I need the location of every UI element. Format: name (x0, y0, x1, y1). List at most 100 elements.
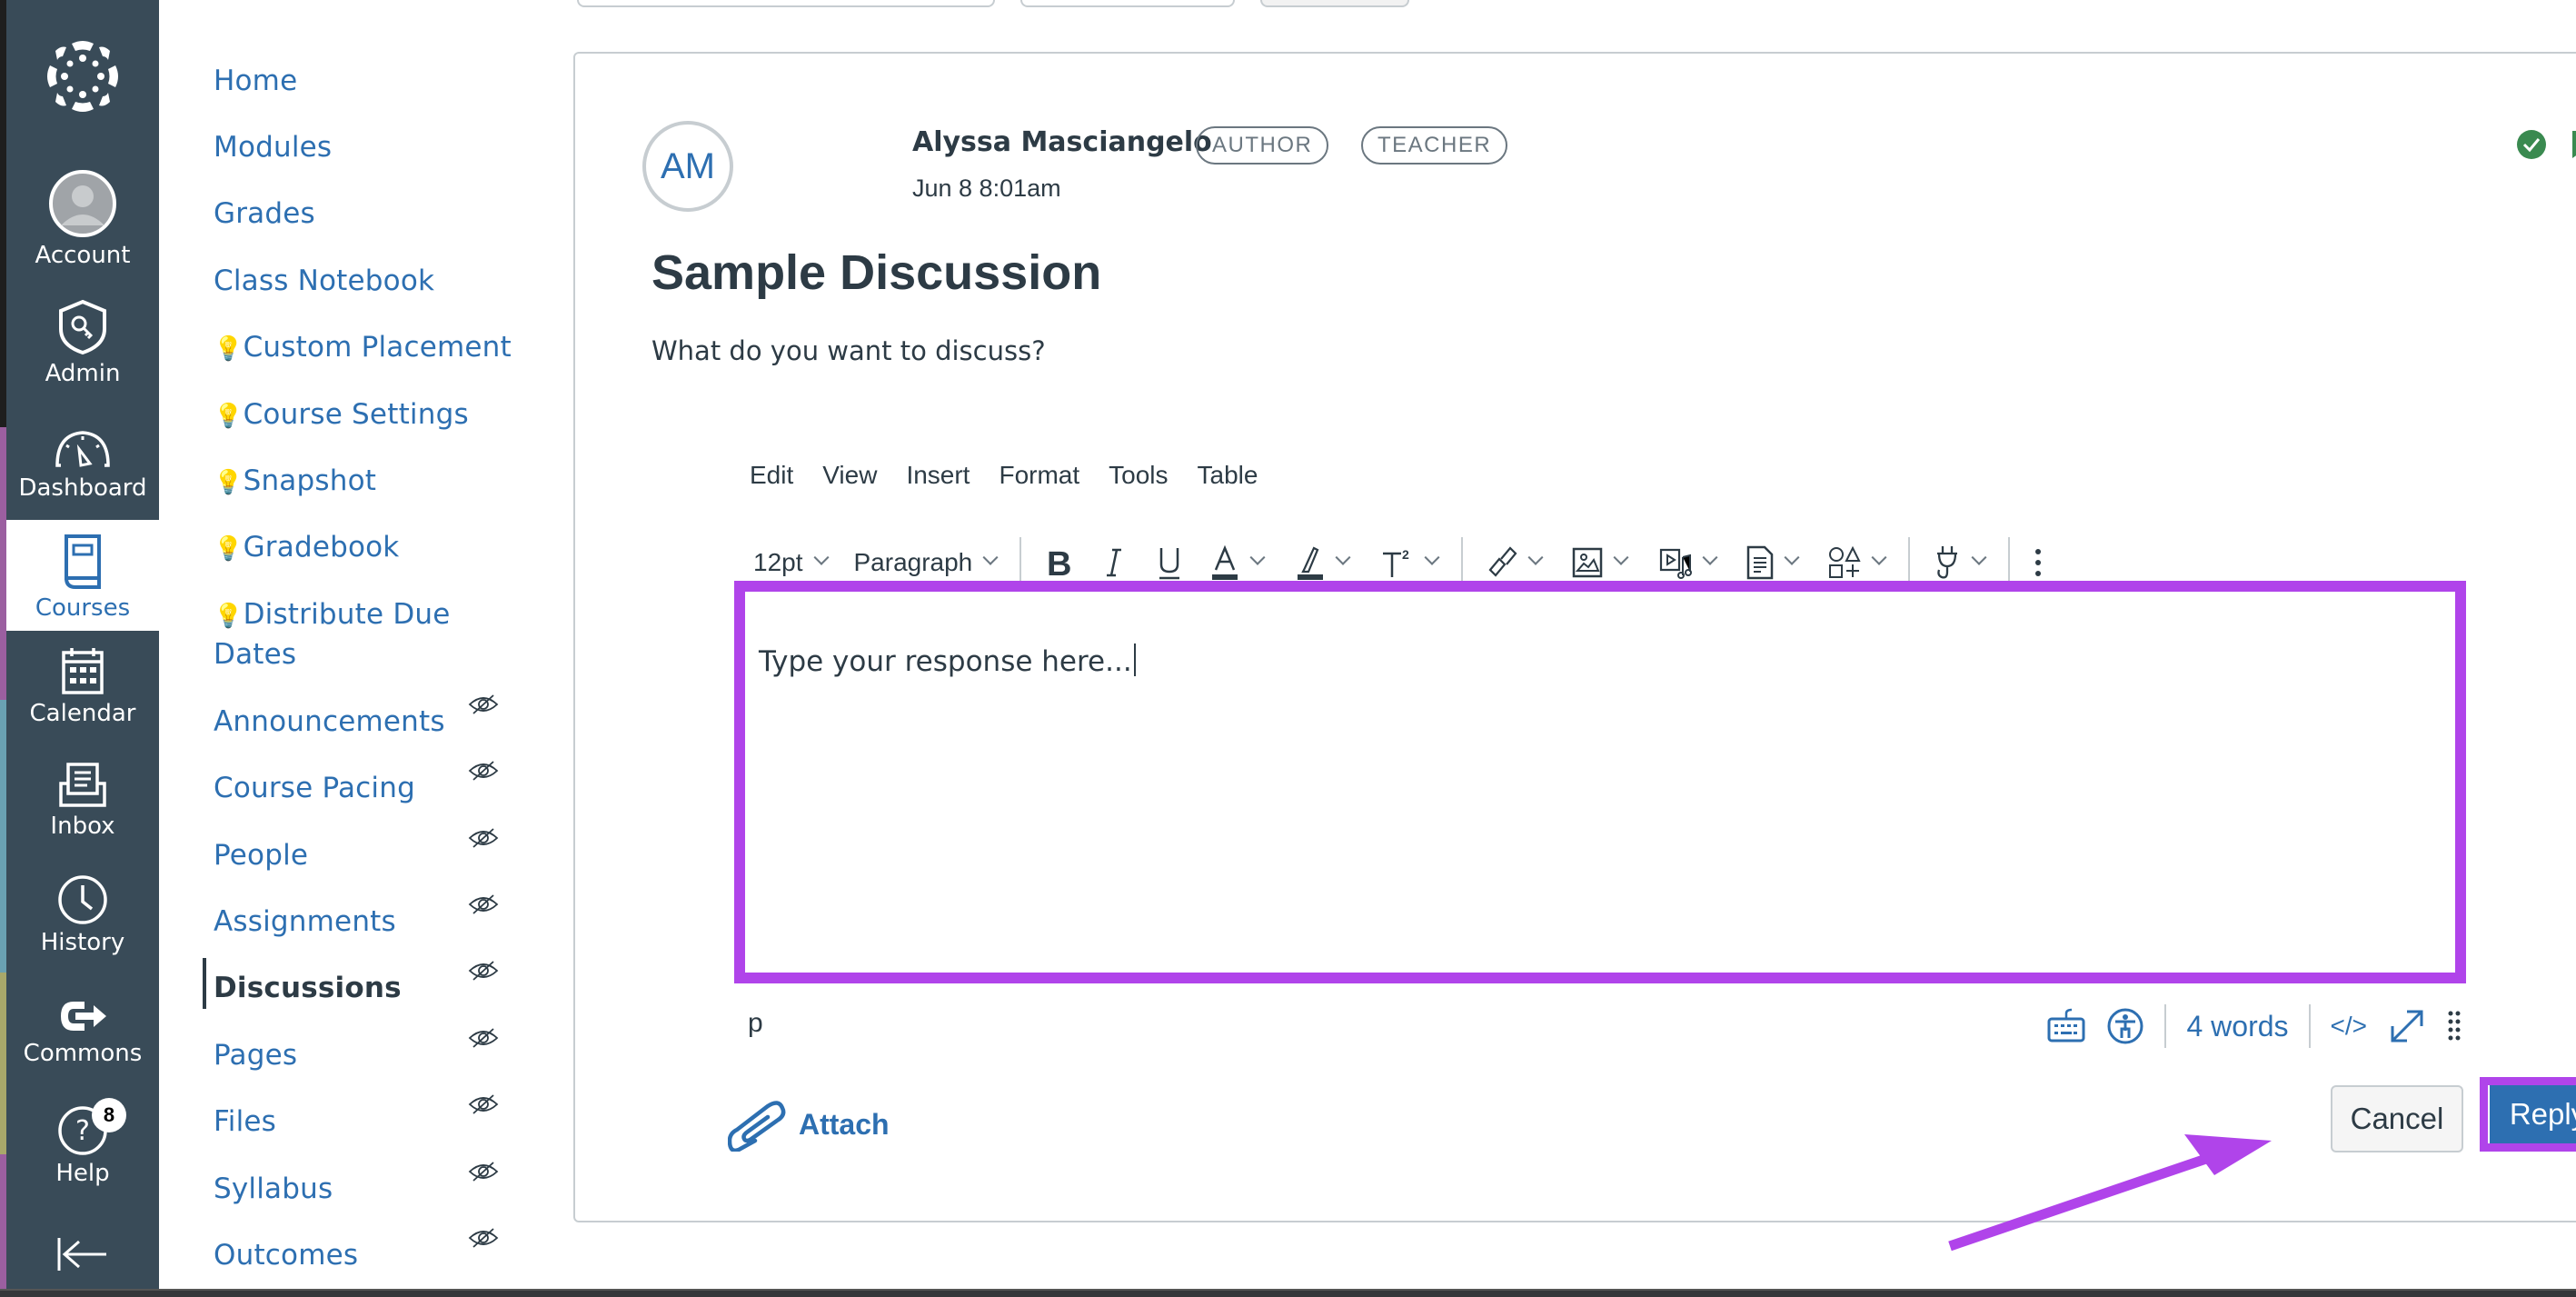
underline-icon (1159, 548, 1180, 580)
top-tab[interactable] (1260, 0, 1409, 7)
nav-courses[interactable]: Courses (6, 520, 159, 631)
desktop-edge (0, 0, 6, 1297)
bookmark-icon[interactable] (2571, 129, 2576, 160)
html-editor-toggle[interactable]: </> (2331, 1012, 2367, 1041)
nav-help[interactable]: ? 8 Help (6, 1098, 159, 1187)
course-nav-label: Gradebook (243, 531, 400, 564)
font-size-dropdown[interactable]: 12pt (748, 535, 832, 590)
block-format-value: Paragraph (853, 548, 973, 576)
author-badge: AUTHOR (1196, 126, 1329, 165)
course-nav-outcomes[interactable]: Outcomes (214, 1236, 358, 1274)
bold-button[interactable]: B (1039, 535, 1078, 590)
course-nav-syllabus[interactable]: Syllabus (214, 1170, 333, 1208)
course-nav-class-notebook[interactable]: Class Notebook (214, 262, 434, 300)
italic-icon (1107, 548, 1122, 577)
course-nav-label: Modules (214, 131, 333, 164)
fullscreen-expand-icon[interactable] (2387, 1006, 2427, 1046)
course-nav-course-pacing[interactable]: Course Pacing (214, 769, 415, 807)
italic-button[interactable] (1098, 535, 1130, 590)
nav-account[interactable]: Account (6, 169, 159, 269)
author-avatar[interactable]: AM (642, 121, 733, 212)
chevron-down-icon (1424, 549, 1440, 565)
global-navigation: Account Admin Dashboard Courses Calendar… (6, 0, 159, 1289)
course-nav-discussions[interactable]: Discussions (214, 969, 402, 1007)
underline-button[interactable] (1150, 535, 1189, 590)
link-icon (1488, 546, 1517, 577)
nav-admin[interactable]: Admin (6, 298, 159, 387)
top-tab[interactable] (1020, 0, 1235, 7)
hidden-eye-slash-icon (468, 694, 499, 714)
account-avatar-icon (49, 170, 116, 237)
attach-button[interactable]: Attach (728, 1097, 890, 1152)
course-nav-label: People (214, 839, 309, 872)
course-nav-modules[interactable]: Modules (214, 128, 332, 166)
chevron-down-icon (1784, 549, 1800, 565)
highlight-color-button[interactable] (1290, 535, 1354, 590)
document-button[interactable] (1741, 535, 1803, 590)
course-nav-label: Syllabus (214, 1172, 333, 1205)
resize-handle-icon[interactable] (2447, 1010, 2462, 1043)
response-editor[interactable]: Type your response here... (739, 585, 2462, 978)
course-nav-home[interactable]: Home (214, 62, 297, 100)
nav-calendar[interactable]: Calendar (6, 645, 159, 727)
course-nav-assignments[interactable]: Assignments (214, 903, 396, 941)
chevron-down-icon (1249, 549, 1266, 565)
course-nav-label: Assignments (214, 905, 396, 938)
media-icon (1660, 548, 1693, 579)
shapes-apps-icon (1829, 546, 1861, 578)
keyboard-shortcuts-icon[interactable] (2046, 1008, 2086, 1044)
menu-table[interactable]: Table (1198, 461, 1258, 490)
apps-button[interactable] (1823, 535, 1890, 590)
block-format-dropdown[interactable]: Paragraph (849, 535, 1002, 590)
nav-commons[interactable]: Commons (6, 996, 159, 1067)
toolbar-divider (1019, 537, 1022, 588)
course-nav-grades[interactable]: Grades (214, 195, 315, 233)
toolbar-divider (1461, 537, 1464, 588)
menu-tools[interactable]: Tools (1109, 461, 1168, 490)
element-path[interactable]: p (748, 1008, 763, 1039)
text-color-button[interactable] (1205, 535, 1268, 590)
author-name[interactable]: Alyssa Masciangelo (912, 126, 1212, 158)
course-nav-label: Snapshot (243, 464, 377, 497)
nav-label: Calendar (29, 700, 136, 727)
menu-format[interactable]: Format (999, 461, 1079, 490)
menu-edit[interactable]: Edit (750, 461, 793, 490)
accessibility-checker-icon[interactable] (2106, 1007, 2144, 1045)
menu-insert[interactable]: Insert (906, 461, 970, 490)
nav-inbox[interactable]: Inbox (6, 762, 159, 840)
image-button[interactable] (1566, 535, 1632, 590)
page-content: Home Modules Grades Class Notebook 💡Custom P… (159, 0, 2576, 1289)
svg-text:?: ? (75, 1115, 90, 1147)
canvas-logo[interactable] (6, 36, 159, 120)
course-nav-snapshot[interactable]: 💡Snapshot (214, 462, 376, 502)
link-button[interactable] (1481, 535, 1547, 590)
course-nav-announcements[interactable]: Announcements (214, 703, 445, 741)
bold-icon: B (1047, 546, 1071, 579)
more-tools-button[interactable] (2028, 535, 2048, 590)
nav-history[interactable]: History (6, 874, 159, 956)
reply-button[interactable]: Reply (2490, 1084, 2576, 1144)
course-nav-label: Custom Placement (243, 331, 512, 364)
course-nav-label: Dates (214, 638, 297, 671)
word-count[interactable]: 4 words (2186, 1010, 2288, 1043)
top-tab[interactable] (577, 0, 995, 7)
highlighter-icon (1298, 546, 1324, 580)
media-button[interactable] (1652, 535, 1721, 590)
collapse-nav-button[interactable] (6, 1236, 159, 1276)
course-nav-gradebook[interactable]: 💡Gradebook (214, 528, 399, 568)
superscript-button[interactable]: 2 (1376, 535, 1443, 590)
read-check-icon[interactable] (2516, 129, 2547, 160)
menu-view[interactable]: View (822, 461, 877, 490)
status-divider (2164, 1004, 2167, 1048)
course-nav-course-settings[interactable]: 💡Course Settings (214, 395, 469, 435)
course-nav-pages[interactable]: Pages (214, 1036, 297, 1074)
cancel-button[interactable]: Cancel (2331, 1085, 2463, 1152)
course-nav-custom-placement[interactable]: 💡Custom Placement (214, 328, 512, 368)
nav-dashboard[interactable]: Dashboard (6, 427, 159, 502)
superscript-icon: 2 (1383, 547, 1409, 577)
course-nav-label: Class Notebook (214, 264, 435, 297)
course-nav-distribute-due[interactable]: 💡Distribute Due Dates (214, 595, 451, 673)
course-nav-files[interactable]: Files (214, 1102, 276, 1141)
course-nav-people[interactable]: People (214, 836, 308, 874)
plugins-button[interactable] (1928, 535, 1990, 590)
